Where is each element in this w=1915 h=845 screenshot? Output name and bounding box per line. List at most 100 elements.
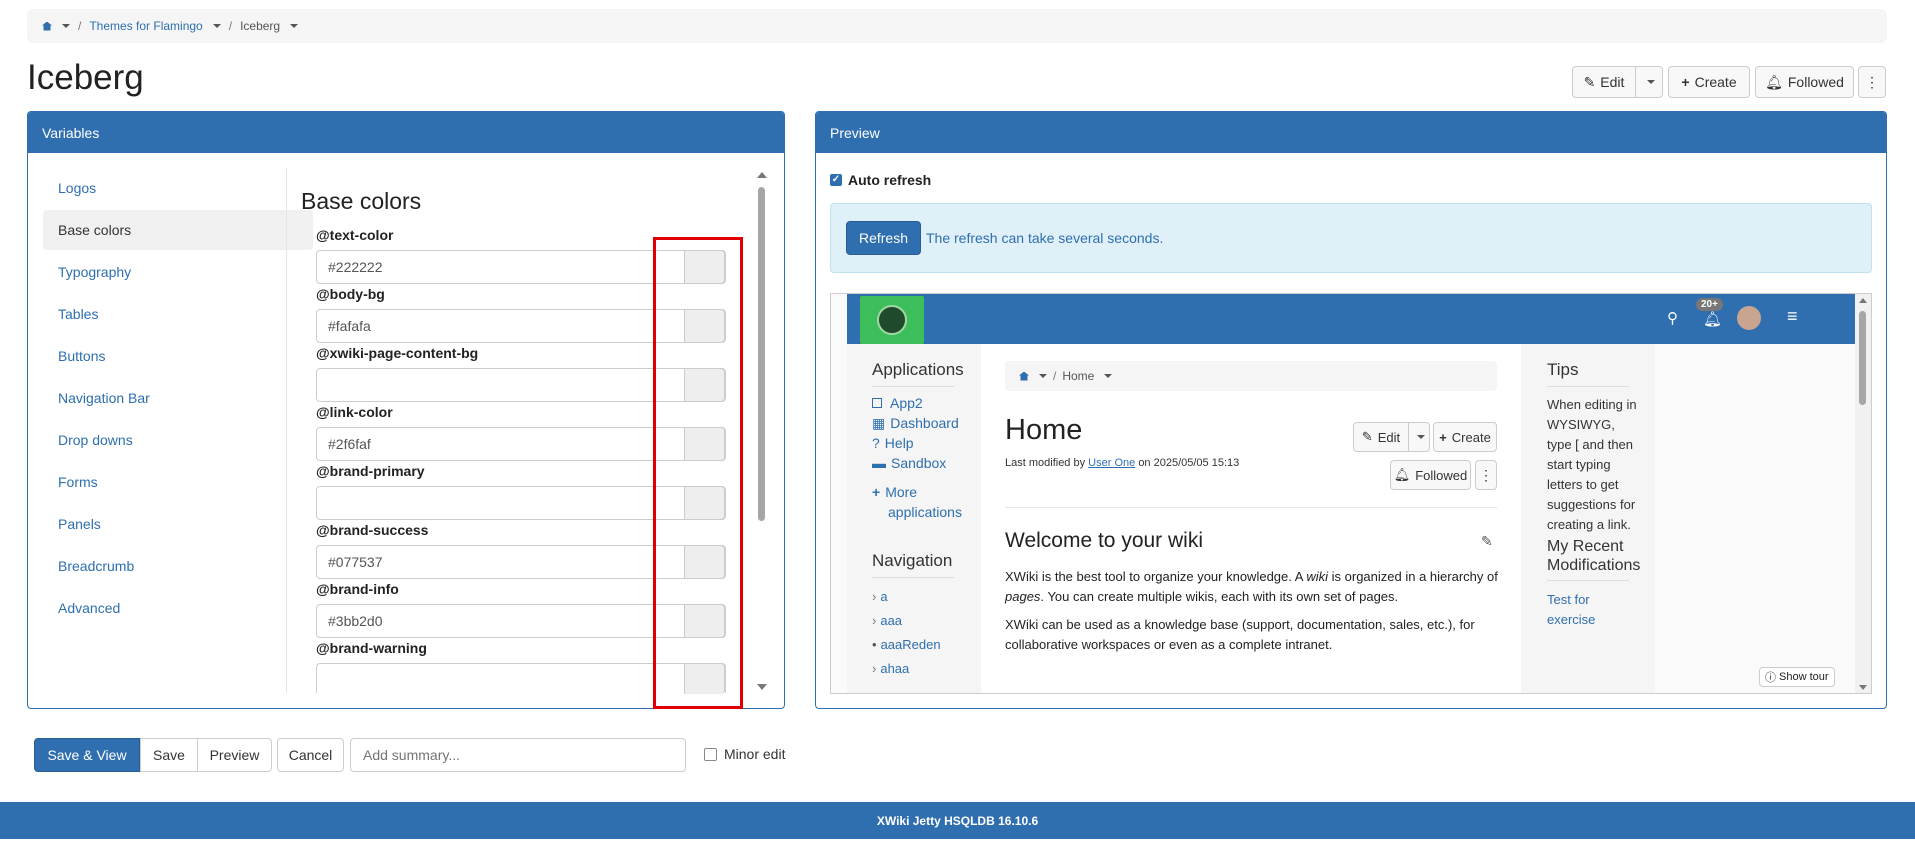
chevron-down-icon[interactable] — [1039, 374, 1047, 378]
nav-tree-item[interactable]: › ahaa — [872, 661, 909, 676]
auto-refresh-checkbox[interactable]: ✓ — [830, 174, 842, 186]
scroll-up-arrow[interactable] — [757, 172, 767, 178]
breadcrumb-separator: / — [228, 19, 233, 33]
app-item-sandbox[interactable]: ▬ Sandbox — [872, 455, 946, 471]
nav-item-buttons[interactable]: Buttons — [43, 336, 313, 376]
app-item-help[interactable]: ? Help — [872, 435, 914, 451]
more-applications-link[interactable]: + More — [872, 484, 917, 500]
preview-scrollbar-track[interactable] — [1855, 294, 1871, 693]
plus-icon: + — [1681, 74, 1690, 90]
nav-item-navigation-bar[interactable]: Navigation Bar — [43, 378, 313, 418]
nav-item-base-colors[interactable]: Base colors — [43, 210, 313, 250]
cancel-button[interactable]: Cancel — [277, 738, 344, 772]
app-label[interactable]: Help — [885, 435, 914, 451]
nav-item-advanced[interactable]: Advanced — [43, 588, 313, 628]
breadcrumb-item-current[interactable]: Iceberg — [240, 19, 299, 33]
preview-right-panels: Tips When editing in WYSIWYG, type [ and… — [1521, 344, 1655, 693]
edit-button[interactable]: ✎ Edit — [1572, 66, 1636, 98]
nav-item-forms[interactable]: Forms — [43, 462, 313, 502]
preview-followed-button[interactable]: 🔔︎ Followed — [1390, 460, 1471, 490]
nav-tree-label[interactable]: a — [880, 589, 887, 604]
show-tour-button[interactable]: ⓘ Show tour — [1759, 667, 1835, 687]
preview-frame: ⚲ 🔔︎ 20+ ≡ Applications App2 ▦ Dashboard … — [830, 293, 1872, 694]
more-label[interactable]: More — [885, 484, 917, 500]
app-label[interactable]: Dashboard — [890, 415, 959, 431]
divider — [872, 386, 954, 387]
preview-more-actions-button[interactable]: ⋮ — [1475, 460, 1497, 490]
nav-tree-label[interactable]: aaa — [880, 613, 902, 628]
avatar[interactable] — [1737, 306, 1761, 330]
tip-line: letters to get — [1547, 477, 1619, 492]
nav-item-panels[interactable]: Panels — [43, 504, 313, 544]
divider — [1547, 580, 1629, 581]
create-button[interactable]: + Create — [1668, 66, 1750, 98]
nav-tree-label[interactable]: ahaa — [880, 661, 909, 676]
wiki-logo[interactable] — [860, 296, 924, 344]
preview-edit-menu-toggle[interactable] — [1408, 422, 1430, 452]
app-item-app2[interactable]: App2 — [872, 395, 923, 411]
breadcrumb-item-themes[interactable]: Themes for Flamingo — [89, 19, 221, 33]
nav-item-logos[interactable]: Logos — [43, 168, 313, 208]
tip-line: WYSIWYG, — [1547, 417, 1615, 432]
summary-input[interactable] — [350, 738, 686, 772]
home-icon[interactable] — [1019, 371, 1029, 381]
nav-item-breadcrumb[interactable]: Breadcrumb — [43, 546, 313, 586]
chevron-right-icon[interactable]: › — [872, 589, 876, 604]
chevron-right-icon[interactable]: › — [872, 613, 876, 628]
footer-text: XWiki Jetty HSQLDB 16.10.6 — [876, 813, 1039, 828]
p1-text: . — [1040, 589, 1045, 604]
tip-line: When editing in — [1547, 397, 1637, 412]
recent-link-line[interactable]: Test for — [1547, 590, 1595, 610]
modified-user-link[interactable]: User One — [1088, 457, 1135, 469]
scroll-down-arrow[interactable] — [1859, 685, 1867, 690]
edit-menu-toggle[interactable] — [1635, 66, 1663, 98]
intro-paragraph: XWiki is the best tool to organize your … — [1005, 567, 1505, 607]
app-label[interactable]: Sandbox — [891, 455, 946, 471]
nav-tree-label[interactable]: aaaReden — [881, 637, 941, 652]
nav-item-typography[interactable]: Typography — [43, 252, 313, 292]
notifications-bell-icon[interactable]: 🔔︎ — [1703, 310, 1722, 328]
chevron-down-icon[interactable] — [212, 24, 221, 28]
chevron-down-icon[interactable] — [62, 24, 70, 28]
chevron-down-icon — [1417, 435, 1425, 439]
preview-button[interactable]: Preview — [197, 738, 272, 772]
app-label[interactable]: App2 — [890, 395, 923, 411]
field-label: @brand-success — [316, 522, 429, 538]
chevron-right-icon[interactable]: › — [872, 661, 876, 676]
breadcrumb-label[interactable]: Themes for Flamingo — [89, 19, 202, 33]
breadcrumb-separator: / — [1053, 369, 1057, 383]
recent-link-line[interactable]: exercise — [1547, 610, 1595, 630]
field-label: @brand-primary — [316, 463, 425, 479]
section-edit-pencil-icon[interactable]: ✎ — [1481, 533, 1493, 550]
recent-link[interactable]: Test for exercise — [1547, 590, 1595, 630]
breadcrumb-home[interactable] — [42, 21, 70, 31]
more-applications-label[interactable]: applications — [888, 504, 962, 520]
chevron-down-icon[interactable] — [1104, 374, 1113, 378]
preview-page-title: Home — [1005, 414, 1083, 446]
more-vertical-icon: ⋮ — [1479, 466, 1493, 483]
preview-edit-button[interactable]: ✎ Edit — [1353, 422, 1409, 452]
chevron-down-icon[interactable] — [290, 24, 299, 28]
scroll-down-arrow[interactable] — [757, 684, 767, 690]
save-button[interactable]: Save — [140, 738, 198, 772]
followed-button[interactable]: 🔔︎ Followed — [1755, 66, 1854, 98]
refresh-button[interactable]: Refresh — [846, 221, 921, 255]
nav-tree-item[interactable]: • aaaReden — [872, 637, 941, 652]
scroll-up-arrow[interactable] — [1859, 298, 1867, 303]
nav-item-drop-downs[interactable]: Drop downs — [43, 420, 313, 460]
more-actions-button[interactable]: ⋮ — [1858, 66, 1886, 98]
search-icon[interactable]: ⚲ — [1667, 309, 1678, 327]
save-and-view-button[interactable]: Save & View — [34, 738, 140, 772]
nav-item-tables[interactable]: Tables — [43, 294, 313, 334]
hamburger-menu-icon[interactable]: ≡ — [1787, 306, 1798, 327]
field-label: @xwiki-page-content-bg — [316, 345, 479, 361]
preview-create-button[interactable]: + Create — [1433, 422, 1497, 452]
welcome-heading: Welcome to your wiki — [1005, 529, 1204, 552]
recent-title-line: My Recent — [1547, 538, 1624, 555]
nav-tree-item[interactable]: › a — [872, 589, 888, 604]
app-item-dashboard[interactable]: ▦ Dashboard — [872, 415, 959, 432]
scrollbar-thumb[interactable] — [1859, 311, 1866, 405]
nav-tree-item[interactable]: › aaa — [872, 613, 902, 628]
scrollbar-thumb[interactable] — [758, 187, 765, 521]
minor-edit-checkbox[interactable] — [704, 747, 717, 761]
